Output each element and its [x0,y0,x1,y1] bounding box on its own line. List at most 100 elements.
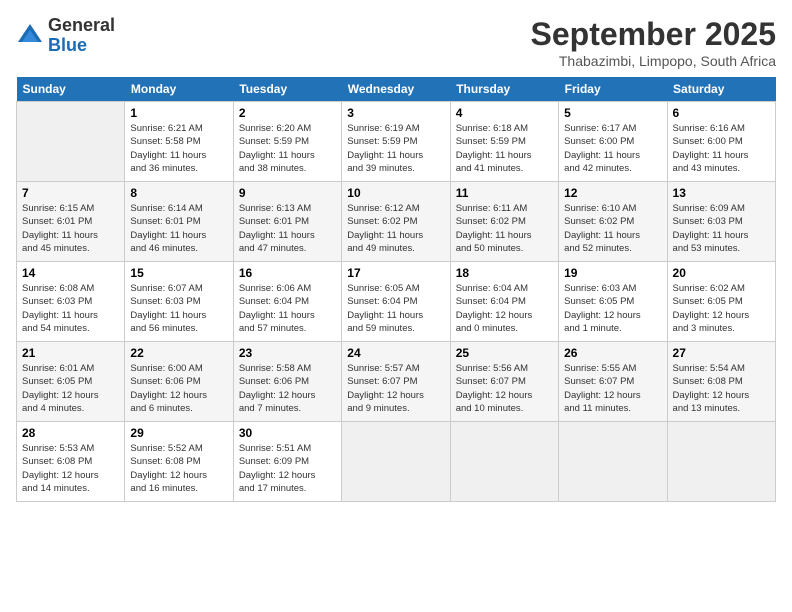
calendar-cell: 29 Sunrise: 5:52 AMSunset: 6:08 PMDayligh… [125,422,233,502]
day-number: 23 [239,346,336,360]
day-number: 30 [239,426,336,440]
day-info: Sunrise: 6:13 AMSunset: 6:01 PMDaylight:… [239,202,336,255]
calendar-cell: 18Sunrise: 6:04 AMSunset: 6:04 PMDayligh… [450,262,558,342]
day-info: Sunrise: 6:10 AMSunset: 6:02 PMDaylight:… [564,202,661,255]
calendar-cell: 26Sunrise: 5:55 AMSunset: 6:07 PMDayligh… [559,342,667,422]
day-number: 2 [239,106,336,120]
calendar-cell: 2 Sunrise: 6:20 AMSunset: 5:59 PMDaylight… [233,102,341,182]
day-number: 8 [130,186,227,200]
day-info: Sunrise: 6:21 AMSunset: 5:58 PMDaylight:… [130,122,227,175]
day-number: 19 [564,266,661,280]
day-info: Sunrise: 6:15 AMSunset: 6:01 PMDaylight:… [22,202,119,255]
day-info: Sunrise: 6:12 AMSunset: 6:02 PMDaylight:… [347,202,444,255]
calendar-cell [667,422,775,502]
calendar-week-2: 7 Sunrise: 6:15 AMSunset: 6:01 PMDaylight… [17,182,776,262]
weekday-header-monday: Monday [125,77,233,102]
day-info: Sunrise: 6:01 AMSunset: 6:05 PMDaylight:… [22,362,119,415]
calendar-cell: 23 Sunrise: 5:58 AMSunset: 6:06 PMDayligh… [233,342,341,422]
day-info: Sunrise: 5:58 AMSunset: 6:06 PMDaylight:… [239,362,336,415]
day-info: Sunrise: 6:09 AMSunset: 6:03 PMDaylight:… [673,202,770,255]
logo: General Blue [16,16,115,56]
month-title: September 2025 [531,16,776,53]
calendar-cell: 4 Sunrise: 6:18 AMSunset: 5:59 PMDaylight… [450,102,558,182]
day-number: 7 [22,186,119,200]
day-number: 17 [347,266,444,280]
calendar-cell: 8 Sunrise: 6:14 AMSunset: 6:01 PMDaylight… [125,182,233,262]
day-info: Sunrise: 6:02 AMSunset: 6:05 PMDaylight:… [673,282,770,335]
day-number: 9 [239,186,336,200]
day-info: Sunrise: 6:14 AMSunset: 6:01 PMDaylight:… [130,202,227,255]
day-number: 12 [564,186,661,200]
day-info: Sunrise: 6:08 AMSunset: 6:03 PMDaylight:… [22,282,119,335]
page-header: General Blue September 2025 Thabazimbi, … [16,16,776,69]
day-number: 18 [456,266,553,280]
calendar-cell [450,422,558,502]
calendar-cell: 27 Sunrise: 5:54 AMSunset: 6:08 PMDayligh… [667,342,775,422]
day-info: Sunrise: 6:05 AMSunset: 6:04 PMDaylight:… [347,282,444,335]
day-number: 20 [673,266,770,280]
day-info: Sunrise: 6:06 AMSunset: 6:04 PMDaylight:… [239,282,336,335]
calendar-table: SundayMondayTuesdayWednesdayThursdayFrid… [16,77,776,502]
day-number: 10 [347,186,444,200]
day-number: 16 [239,266,336,280]
day-number: 4 [456,106,553,120]
day-info: Sunrise: 6:18 AMSunset: 5:59 PMDaylight:… [456,122,553,175]
day-info: Sunrise: 6:17 AMSunset: 6:00 PMDaylight:… [564,122,661,175]
calendar-cell: 22Sunrise: 6:00 AMSunset: 6:06 PMDayligh… [125,342,233,422]
day-number: 28 [22,426,119,440]
day-info: Sunrise: 5:51 AMSunset: 6:09 PMDaylight:… [239,442,336,495]
weekday-header-row: SundayMondayTuesdayWednesdayThursdayFrid… [17,77,776,102]
day-info: Sunrise: 6:03 AMSunset: 6:05 PMDaylight:… [564,282,661,335]
calendar-cell: 15 Sunrise: 6:07 AMSunset: 6:03 PMDayligh… [125,262,233,342]
day-info: Sunrise: 5:55 AMSunset: 6:07 PMDaylight:… [564,362,661,415]
logo-general-text: General [48,16,115,36]
day-info: Sunrise: 5:53 AMSunset: 6:08 PMDaylight:… [22,442,119,495]
calendar-cell: 10 Sunrise: 6:12 AMSunset: 6:02 PMDayligh… [342,182,450,262]
calendar-cell: 12 Sunrise: 6:10 AMSunset: 6:02 PMDayligh… [559,182,667,262]
logo-blue-text: Blue [48,36,115,56]
day-number: 27 [673,346,770,360]
calendar-week-4: 21Sunrise: 6:01 AMSunset: 6:05 PMDayligh… [17,342,776,422]
calendar-cell: 5Sunrise: 6:17 AMSunset: 6:00 PMDaylight… [559,102,667,182]
day-number: 6 [673,106,770,120]
calendar-cell: 13 Sunrise: 6:09 AMSunset: 6:03 PMDayligh… [667,182,775,262]
weekday-header-wednesday: Wednesday [342,77,450,102]
calendar-cell: 17 Sunrise: 6:05 AMSunset: 6:04 PMDayligh… [342,262,450,342]
day-number: 3 [347,106,444,120]
day-info: Sunrise: 6:19 AMSunset: 5:59 PMDaylight:… [347,122,444,175]
calendar-cell: 20 Sunrise: 6:02 AMSunset: 6:05 PMDayligh… [667,262,775,342]
calendar-cell: 6 Sunrise: 6:16 AMSunset: 6:00 PMDaylight… [667,102,775,182]
day-info: Sunrise: 6:07 AMSunset: 6:03 PMDaylight:… [130,282,227,335]
calendar-cell: 25 Sunrise: 5:56 AMSunset: 6:07 PMDayligh… [450,342,558,422]
calendar-cell: 21Sunrise: 6:01 AMSunset: 6:05 PMDayligh… [17,342,125,422]
day-number: 1 [130,106,227,120]
day-info: Sunrise: 6:00 AMSunset: 6:06 PMDaylight:… [130,362,227,415]
calendar-week-3: 14Sunrise: 6:08 AMSunset: 6:03 PMDayligh… [17,262,776,342]
calendar-cell: 3 Sunrise: 6:19 AMSunset: 5:59 PMDaylight… [342,102,450,182]
calendar-week-1: 1 Sunrise: 6:21 AMSunset: 5:58 PMDaylight… [17,102,776,182]
day-info: Sunrise: 5:56 AMSunset: 6:07 PMDaylight:… [456,362,553,415]
calendar-cell: 11Sunrise: 6:11 AMSunset: 6:02 PMDayligh… [450,182,558,262]
calendar-cell: 7 Sunrise: 6:15 AMSunset: 6:01 PMDaylight… [17,182,125,262]
calendar-cell [17,102,125,182]
day-info: Sunrise: 5:52 AMSunset: 6:08 PMDaylight:… [130,442,227,495]
day-info: Sunrise: 5:54 AMSunset: 6:08 PMDaylight:… [673,362,770,415]
calendar-week-5: 28 Sunrise: 5:53 AMSunset: 6:08 PMDayligh… [17,422,776,502]
calendar-cell [559,422,667,502]
day-number: 15 [130,266,227,280]
weekday-header-sunday: Sunday [17,77,125,102]
calendar-cell: 9 Sunrise: 6:13 AMSunset: 6:01 PMDaylight… [233,182,341,262]
weekday-header-saturday: Saturday [667,77,775,102]
day-number: 24 [347,346,444,360]
calendar-cell: 19 Sunrise: 6:03 AMSunset: 6:05 PMDayligh… [559,262,667,342]
day-number: 29 [130,426,227,440]
calendar-cell: 1 Sunrise: 6:21 AMSunset: 5:58 PMDaylight… [125,102,233,182]
day-info: Sunrise: 5:57 AMSunset: 6:07 PMDaylight:… [347,362,444,415]
calendar-cell [342,422,450,502]
calendar-cell: 16 Sunrise: 6:06 AMSunset: 6:04 PMDayligh… [233,262,341,342]
day-info: Sunrise: 6:11 AMSunset: 6:02 PMDaylight:… [456,202,553,255]
day-info: Sunrise: 6:20 AMSunset: 5:59 PMDaylight:… [239,122,336,175]
day-number: 25 [456,346,553,360]
day-info: Sunrise: 6:16 AMSunset: 6:00 PMDaylight:… [673,122,770,175]
day-number: 13 [673,186,770,200]
